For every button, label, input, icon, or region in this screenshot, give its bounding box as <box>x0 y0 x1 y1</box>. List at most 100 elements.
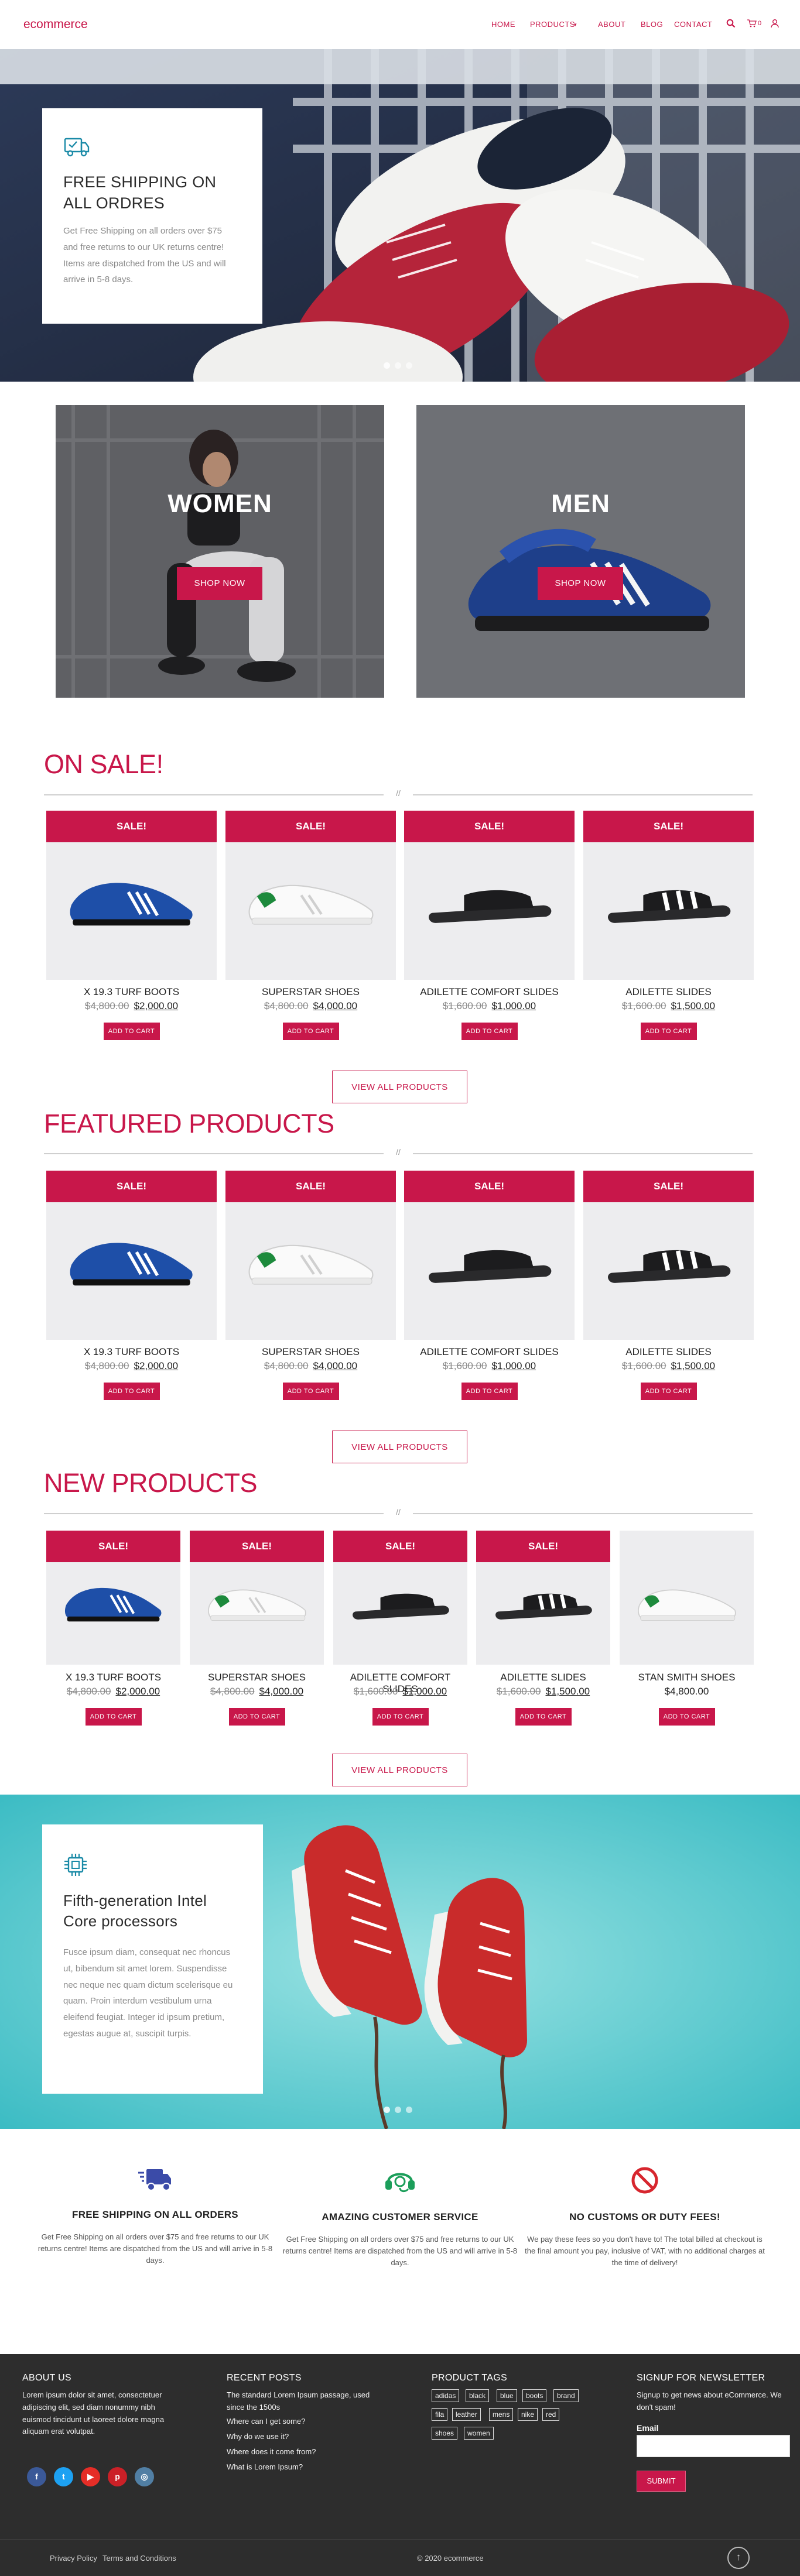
add-to-cart-button[interactable]: ADD TO CART <box>515 1708 572 1726</box>
product-name[interactable]: STAN SMITH SHOES <box>620 1672 754 1683</box>
scroll-to-top-button[interactable]: ↑ <box>727 2547 750 2569</box>
tag-mens[interactable]: mens <box>489 2408 514 2421</box>
tag-fila[interactable]: fila <box>432 2408 448 2421</box>
tag-boots[interactable]: boots <box>522 2389 547 2402</box>
product-card[interactable]: SALE! SUPERSTAR SHOES $4,800.00 $4,000.00 AD… <box>190 1531 324 1736</box>
product-card[interactable]: SALE! ADILETTE SLIDES $1,600.00 $1,500.00 AD… <box>583 1171 754 1411</box>
current-price: $4,800.00 <box>664 1686 709 1697</box>
product-name[interactable]: ADILETTE SLIDES <box>583 986 754 998</box>
site-header: ecommerce HOME PRODUCTS ▾ ABOUT BLOG CON… <box>0 0 800 49</box>
tag-blue[interactable]: blue <box>497 2389 517 2402</box>
view-all-products-button[interactable]: VIEW ALL PRODUCTS <box>332 1754 467 1786</box>
facebook-icon[interactable]: f <box>27 2467 46 2486</box>
add-to-cart-button[interactable]: ADD TO CART <box>640 1023 697 1040</box>
terms-link[interactable]: Terms and Conditions <box>102 2554 176 2563</box>
privacy-policy-link[interactable]: Privacy Policy <box>50 2554 97 2563</box>
slider-dot-1[interactable] <box>384 2107 390 2113</box>
promo-title: Fifth-generation Intel Core processors <box>63 1892 207 1930</box>
slider-dot-2[interactable] <box>395 2107 401 2113</box>
slider-dot-3[interactable] <box>406 362 412 369</box>
shop-now-men-button[interactable]: SHOP NOW <box>538 567 623 600</box>
product-card[interactable]: SALE! SUPERSTAR SHOES $4,800.00 $4,000.00 AD… <box>225 811 396 1051</box>
product-card[interactable]: SALE! X 19.3 TURF BOOTS $4,800.00 $2,000.00… <box>46 1171 217 1411</box>
category-men[interactable]: MEN SHOP NOW <box>416 405 745 698</box>
product-card[interactable]: SALE! ADILETTE COMFORT SLIDES $1,600.00 $1,… <box>333 1531 467 1736</box>
nav-home[interactable]: HOME <box>491 20 515 29</box>
chevron-down-icon[interactable]: ▾ <box>574 22 577 28</box>
footer-post-link[interactable]: Where can I get some? <box>227 2417 385 2425</box>
old-price: $4,800.00 <box>210 1686 255 1697</box>
product-name[interactable]: X 19.3 TURF BOOTS <box>46 1672 180 1683</box>
footer-post-link[interactable]: Where does it come from? <box>227 2448 385 2455</box>
nav-products[interactable]: PRODUCTS <box>530 20 575 29</box>
add-to-cart-button[interactable]: ADD TO CART <box>103 1023 160 1040</box>
hero-card: FREE SHIPPING ON ALL ORDRES Get Free Shi… <box>42 108 262 324</box>
product-image[interactable] <box>620 1531 754 1665</box>
arrow-up-icon: ↑ <box>736 2551 741 2563</box>
tag-red[interactable]: red <box>542 2408 560 2421</box>
tag-leather[interactable]: leather <box>452 2408 481 2421</box>
slider-dot-2[interactable] <box>395 362 401 369</box>
footer-post-link[interactable]: Why do we use it? <box>227 2433 385 2440</box>
footer-posts-list: The standard Lorem Ipsum passage, used s… <box>227 2389 385 2471</box>
product-card[interactable]: SALE! ADILETTE SLIDES $1,600.00 $1,500.00 AD… <box>476 1531 610 1736</box>
add-to-cart-button[interactable]: ADD TO CART <box>658 1708 715 1726</box>
product-card[interactable]: SALE! X 19.3 TURF BOOTS $4,800.00 $2,000.00… <box>46 1531 180 1736</box>
add-to-cart-button[interactable]: ADD TO CART <box>640 1383 697 1400</box>
newsletter-email-input[interactable] <box>637 2435 790 2457</box>
instagram-icon[interactable]: ◎ <box>135 2467 154 2486</box>
nav-blog[interactable]: BLOG <box>641 20 663 29</box>
shop-now-women-button[interactable]: SHOP NOW <box>177 567 262 600</box>
slider-dot-1[interactable] <box>384 362 390 369</box>
product-card[interactable]: STAN SMITH SHOES $4,800.00 ADD TO CART <box>620 1531 754 1736</box>
footer-post-link[interactable]: The standard Lorem Ipsum passage, used s… <box>227 2389 385 2414</box>
product-card[interactable]: SALE! ADILETTE COMFORT SLIDES $1,600.00 $1,… <box>404 811 575 1051</box>
tag-adidas[interactable]: adidas <box>432 2389 460 2402</box>
product-name[interactable]: SUPERSTAR SHOES <box>225 986 396 998</box>
product-name[interactable]: ADILETTE SLIDES <box>476 1672 610 1683</box>
tag-black[interactable]: black <box>466 2389 490 2402</box>
feature-text: Get Free Shipping on all orders over $75… <box>282 2235 518 2268</box>
view-all-products-button[interactable]: VIEW ALL PRODUCTS <box>332 1431 467 1463</box>
add-to-cart-button[interactable]: ADD TO CART <box>372 1708 429 1726</box>
tag-brand[interactable]: brand <box>553 2389 579 2402</box>
product-name[interactable]: SUPERSTAR SHOES <box>190 1672 324 1683</box>
search-icon[interactable] <box>726 19 736 28</box>
feature-title: AMAZING CUSTOMER SERVICE <box>322 2211 478 2222</box>
twitter-icon[interactable]: t <box>54 2467 73 2486</box>
category-women[interactable]: WOMEN SHOP NOW <box>56 405 384 698</box>
view-all-products-button[interactable]: VIEW ALL PRODUCTS <box>332 1071 467 1103</box>
product-card[interactable]: SALE! X 19.3 TURF BOOTS $4,800.00 $2,000.00… <box>46 811 217 1051</box>
footer-post-link[interactable]: What is Lorem Ipsum? <box>227 2463 385 2471</box>
add-to-cart-button[interactable]: ADD TO CART <box>282 1383 339 1400</box>
tag-women[interactable]: women <box>464 2427 494 2440</box>
add-to-cart-button[interactable]: ADD TO CART <box>85 1708 142 1726</box>
product-card[interactable]: SALE! ADILETTE SLIDES $1,600.00 $1,500.00 AD… <box>583 811 754 1051</box>
old-price: $4,800.00 <box>84 1360 129 1371</box>
cart-icon[interactable] <box>747 19 757 28</box>
product-name[interactable]: ADILETTE COMFORT SLIDES <box>404 1346 575 1358</box>
slider-dot-3[interactable] <box>406 2107 412 2113</box>
add-to-cart-button[interactable]: ADD TO CART <box>228 1708 285 1726</box>
add-to-cart-button[interactable]: ADD TO CART <box>282 1023 339 1040</box>
sale-badge: SALE! <box>225 811 396 842</box>
tag-nike[interactable]: nike <box>518 2408 538 2421</box>
product-name[interactable]: X 19.3 TURF BOOTS <box>46 1346 217 1358</box>
tag-shoes[interactable]: shoes <box>432 2427 458 2440</box>
add-to-cart-button[interactable]: ADD TO CART <box>461 1383 518 1400</box>
nav-contact[interactable]: CONTACT <box>674 20 712 29</box>
nav-about[interactable]: ABOUT <box>598 20 625 29</box>
product-card[interactable]: SALE! SUPERSTAR SHOES $4,800.00 $4,000.00 AD… <box>225 1171 396 1411</box>
product-card[interactable]: SALE! ADILETTE COMFORT SLIDES $1,600.00 $1,… <box>404 1171 575 1411</box>
newsletter-submit-button[interactable]: SUBMIT <box>637 2471 686 2492</box>
add-to-cart-button[interactable]: ADD TO CART <box>103 1383 160 1400</box>
product-name[interactable]: SUPERSTAR SHOES <box>225 1346 396 1358</box>
product-name[interactable]: ADILETTE COMFORT SLIDES <box>404 986 575 998</box>
cart-count: 0 <box>758 20 762 27</box>
pinterest-icon[interactable]: p <box>108 2467 127 2486</box>
add-to-cart-button[interactable]: ADD TO CART <box>461 1023 518 1040</box>
product-name[interactable]: ADILETTE SLIDES <box>583 1346 754 1358</box>
youtube-icon[interactable]: ▶ <box>81 2467 100 2486</box>
product-name[interactable]: X 19.3 TURF BOOTS <box>46 986 217 998</box>
user-icon[interactable] <box>770 19 780 28</box>
